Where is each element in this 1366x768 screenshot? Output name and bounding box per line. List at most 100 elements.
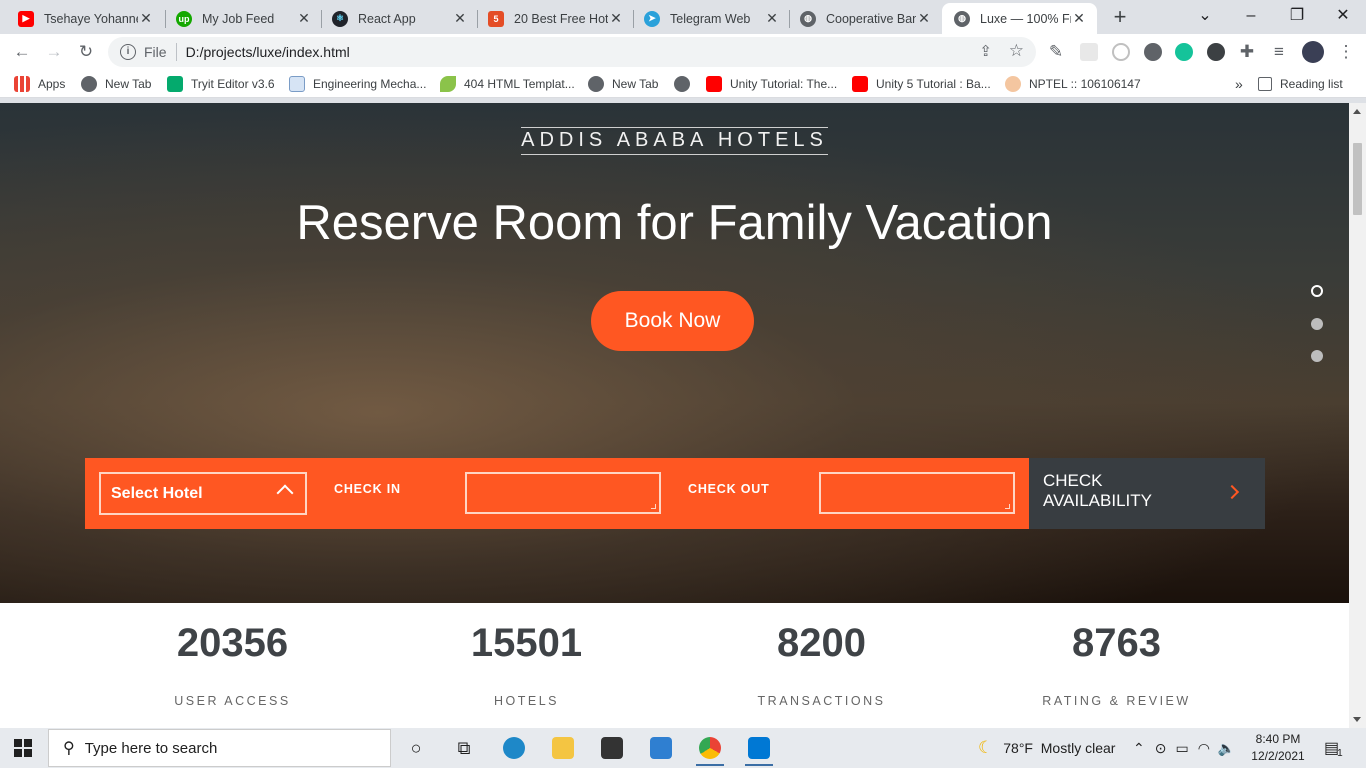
microsoft-store-icon[interactable] (590, 732, 634, 764)
maximize-button[interactable]: ❐ (1274, 0, 1320, 34)
windows-start-icon[interactable] (14, 739, 32, 757)
notification-center[interactable]: ▤ 1 (1324, 728, 1343, 768)
tab-title: Tsehaye Yohannes (44, 11, 138, 26)
bookmark-star-icon[interactable]: ☆ (1009, 41, 1024, 61)
stat-user-access: 20356 USER ACCESS (85, 603, 380, 708)
document-icon (289, 76, 305, 92)
tab-search-button[interactable]: ⌄ (1182, 0, 1228, 34)
notification-badge: 1 (1337, 747, 1343, 759)
bookmark-tryit[interactable]: Tryit Editor v3.6 (167, 75, 275, 93)
task-view-icon[interactable]: ⧉ (442, 732, 486, 764)
new-tab-button[interactable]: + (1108, 5, 1132, 29)
reading-list-button[interactable]: Reading list (1258, 75, 1343, 93)
volume-icon[interactable]: 🔈 (1218, 740, 1235, 757)
bookmark-engineering[interactable]: Engineering Mecha... (289, 75, 426, 93)
close-window-button[interactable]: ✕ (1320, 0, 1366, 34)
meet-now-icon[interactable]: ⊙ (1155, 740, 1167, 757)
globe-icon (588, 76, 604, 92)
close-icon[interactable]: ✕ (138, 10, 154, 27)
forward-icon[interactable]: → (42, 40, 66, 64)
extension-icon[interactable] (1207, 43, 1225, 61)
url-text[interactable]: D:/projects/luxe/index.html (186, 44, 350, 60)
close-icon[interactable]: ✕ (608, 10, 624, 27)
check-in-input[interactable] (465, 472, 661, 514)
wifi-icon[interactable]: ◠ (1198, 740, 1210, 757)
media-control-icon[interactable]: ≡ (1267, 40, 1291, 64)
extensions-puzzle-icon[interactable]: ✚ (1235, 40, 1259, 64)
edge-icon[interactable] (492, 732, 536, 764)
extension-icon[interactable] (1080, 43, 1098, 61)
back-icon[interactable]: ← (10, 40, 34, 64)
file-explorer-icon[interactable] (541, 732, 585, 764)
close-icon[interactable]: ✕ (452, 10, 468, 27)
vscode-icon[interactable] (737, 732, 781, 766)
booking-form: Select Hotel CHECK IN CHECK OUT (85, 458, 1029, 529)
bookmark-label: Apps (38, 77, 66, 91)
bookmark-404[interactable]: 404 HTML Templat... (440, 75, 575, 93)
tab-cooperative-bank[interactable]: ◍ Cooperative Bank ✕ (782, 3, 942, 34)
stat-value: 15501 (470, 621, 583, 665)
bookmark-unity5-tutorial[interactable]: Unity 5 Tutorial : Ba... (852, 75, 991, 93)
extension-icon[interactable] (1112, 43, 1130, 61)
check-out-input[interactable] (819, 472, 1015, 514)
book-now-button[interactable]: Book Now (591, 291, 754, 351)
browser-toolbar: ← → ↻ i File D:/projects/luxe/index.html… (0, 34, 1366, 70)
bookmark-untitled[interactable] (674, 75, 698, 93)
taskbar-clock[interactable]: 8:40 PM 12/2/2021 (1250, 731, 1306, 765)
tab-telegram[interactable]: ➤ Telegram Web ✕ (626, 3, 790, 34)
eyedropper-icon[interactable]: ✎ (1044, 40, 1068, 64)
bookmark-apps[interactable]: Apps (14, 75, 65, 93)
bookmark-new-tab[interactable]: New Tab (81, 75, 151, 93)
tab-react-app[interactable]: ⚛ React App ✕ (314, 3, 478, 34)
stat-transactions: 8200 TRANSACTIONS (674, 603, 969, 708)
leaf-icon (440, 76, 456, 92)
check-availability-label: CHECK AVAILABILITY (1043, 471, 1152, 510)
bookmark-nptel[interactable]: NPTEL :: 106106147 (1005, 75, 1141, 93)
select-hotel-dropdown[interactable]: Select Hotel (99, 472, 307, 515)
chrome-icon[interactable] (688, 732, 732, 766)
tab-strip: ▶ Tsehaye Yohannes ✕ up My Job Feed ✕ ⚛ … (0, 0, 1366, 34)
chevron-up-icon[interactable]: ⌃ (1133, 740, 1145, 757)
tab-luxe[interactable]: ◍ Luxe — 100% Free ✕ (942, 3, 1097, 34)
scroll-up-icon[interactable] (1353, 109, 1361, 114)
address-bar[interactable]: i File D:/projects/luxe/index.html ⇪ ☆ (108, 37, 1036, 67)
tab-upwork[interactable]: up My Job Feed ✕ (158, 3, 322, 34)
hero-title: Reserve Room for Family Vacation (296, 196, 1053, 250)
extension-icon[interactable] (1144, 43, 1162, 61)
slider-dot-3[interactable] (1311, 350, 1323, 362)
youtube-icon (852, 76, 868, 92)
taskbar-search-box[interactable]: ⚲ Type here to search (48, 729, 391, 767)
globe-icon (81, 76, 97, 92)
menu-icon[interactable]: ⋮ (1334, 40, 1358, 64)
tab-title: Telegram Web (670, 11, 751, 26)
close-icon[interactable]: ✕ (764, 10, 780, 27)
more-bookmarks-button[interactable]: » (1235, 75, 1243, 93)
battery-icon[interactable]: ▭ (1175, 740, 1188, 757)
page-scrollbar[interactable] (1349, 103, 1366, 728)
scrollbar-thumb[interactable] (1353, 143, 1362, 215)
check-availability-button[interactable]: CHECK AVAILABILITY (1029, 458, 1265, 529)
reload-icon[interactable]: ↻ (74, 40, 98, 64)
tab-free-hotel[interactable]: 5 20 Best Free Hotel ✕ (470, 3, 634, 34)
minimize-button[interactable]: – (1228, 0, 1274, 34)
avatar[interactable] (1302, 41, 1324, 63)
reading-list-icon (1258, 77, 1272, 91)
cortana-icon[interactable]: ○ (394, 732, 438, 764)
scroll-down-icon[interactable] (1353, 717, 1361, 722)
weather-widget[interactable]: ☾ 78°F Mostly clear (978, 728, 1115, 768)
browser-window: ▶ Tsehaye Yohannes ✕ up My Job Feed ✕ ⚛ … (0, 0, 1366, 103)
info-icon[interactable]: i (120, 44, 136, 60)
close-icon[interactable]: ✕ (296, 10, 312, 27)
globe-icon (674, 76, 690, 92)
mail-icon[interactable] (639, 732, 683, 764)
share-icon[interactable]: ⇪ (979, 42, 992, 60)
close-icon[interactable]: ✕ (1071, 10, 1087, 27)
slider-dot-1[interactable] (1311, 285, 1323, 297)
bookmark-unity-tutorial[interactable]: Unity Tutorial: The... (706, 75, 837, 93)
slider-dot-2[interactable] (1311, 318, 1323, 330)
tab-title: React App (358, 11, 416, 26)
tab-youtube[interactable]: ▶ Tsehaye Yohannes ✕ (0, 3, 164, 34)
bookmark-new-tab[interactable]: New Tab (588, 75, 658, 93)
close-icon[interactable]: ✕ (916, 10, 932, 27)
grammarly-icon[interactable] (1175, 43, 1193, 61)
